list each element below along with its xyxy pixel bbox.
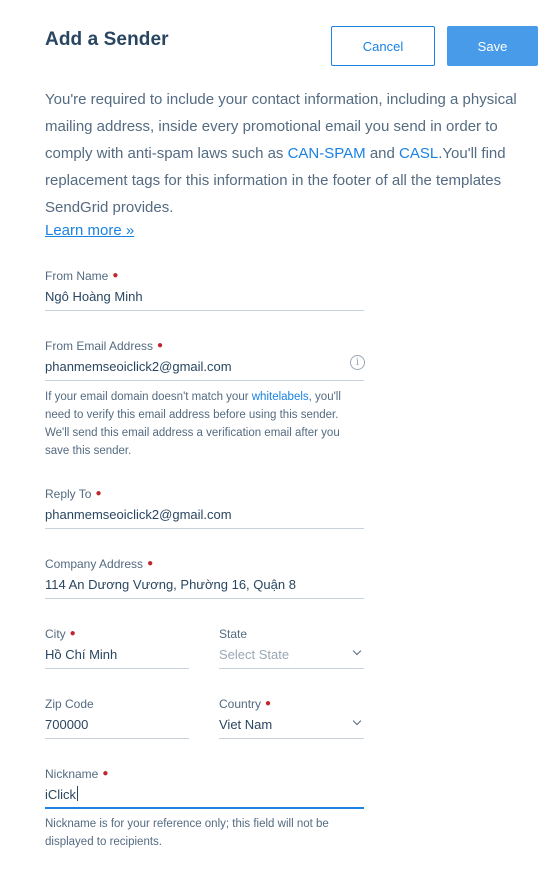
company-address-input[interactable]: 114 An Dương Vương, Phường 16, Quận 8 — [45, 572, 364, 599]
country-field: Country ● Viet Nam — [219, 696, 364, 739]
nickname-help: Nickname is for your reference only; thi… — [45, 818, 329, 848]
required-marker: ● — [147, 558, 154, 569]
page-title: Add a Sender — [45, 29, 169, 50]
from-name-label: From Name — [45, 269, 109, 283]
zip-code-input[interactable]: 700000 — [45, 712, 189, 739]
state-select[interactable]: Select State — [219, 642, 364, 669]
required-marker: ● — [69, 628, 76, 639]
whitelabels-link[interactable]: whitelabels — [252, 391, 309, 403]
from-name-input[interactable]: Ngô Hoàng Minh — [45, 284, 364, 311]
from-name-field: From Name ● Ngô Hoàng Minh — [45, 268, 364, 311]
required-marker: ● — [112, 270, 119, 281]
from-email-help: If your email domain doesn't match your … — [45, 391, 341, 457]
required-marker: ● — [95, 488, 102, 499]
state-field: State Select State — [219, 626, 364, 669]
city-field: City ● Hồ Chí Minh — [45, 626, 189, 669]
state-label: State — [219, 627, 248, 641]
country-select[interactable]: Viet Nam — [219, 712, 364, 739]
chevron-down-icon — [352, 716, 362, 726]
nickname-field: Nickname ● iClick Nickname is for your re… — [45, 766, 364, 851]
chevron-down-icon — [352, 646, 362, 656]
required-marker: ● — [157, 340, 164, 351]
can-spam-link[interactable]: CAN-SPAM — [288, 145, 366, 162]
intro-text: You're required to include your contact … — [45, 91, 517, 216]
country-label: Country — [219, 697, 262, 711]
cancel-button[interactable]: Cancel — [331, 26, 435, 66]
city-label: City — [45, 627, 66, 641]
company-address-field: Company Address ● 114 An Dương Vương, Phư… — [45, 556, 364, 599]
text-cursor — [77, 786, 79, 801]
info-icon[interactable]: i — [350, 355, 365, 370]
reply-to-input[interactable]: phanmemseoiclick2@gmail.com — [45, 502, 364, 529]
reply-to-label: Reply To — [45, 487, 92, 501]
nickname-input[interactable]: iClick — [45, 782, 364, 809]
city-input[interactable]: Hồ Chí Minh — [45, 642, 189, 669]
zip-code-label: Zip Code — [45, 697, 94, 711]
required-marker: ● — [265, 698, 272, 709]
casl-link[interactable]: CASL — [399, 145, 438, 162]
zip-code-field: Zip Code 700000 — [45, 696, 189, 739]
company-address-label: Company Address — [45, 557, 144, 571]
learn-more-link[interactable]: Learn more » — [45, 222, 134, 239]
save-button[interactable]: Save — [447, 26, 538, 66]
nickname-label: Nickname — [45, 767, 99, 781]
from-email-field: From Email Address ● phanmemseoiclick2@gm… — [45, 338, 365, 460]
reply-to-field: Reply To ● phanmemseoiclick2@gmail.com — [45, 486, 364, 529]
from-email-input[interactable]: phanmemseoiclick2@gmail.com i — [45, 354, 365, 381]
from-email-label: From Email Address — [45, 339, 154, 353]
required-marker: ● — [102, 768, 109, 779]
